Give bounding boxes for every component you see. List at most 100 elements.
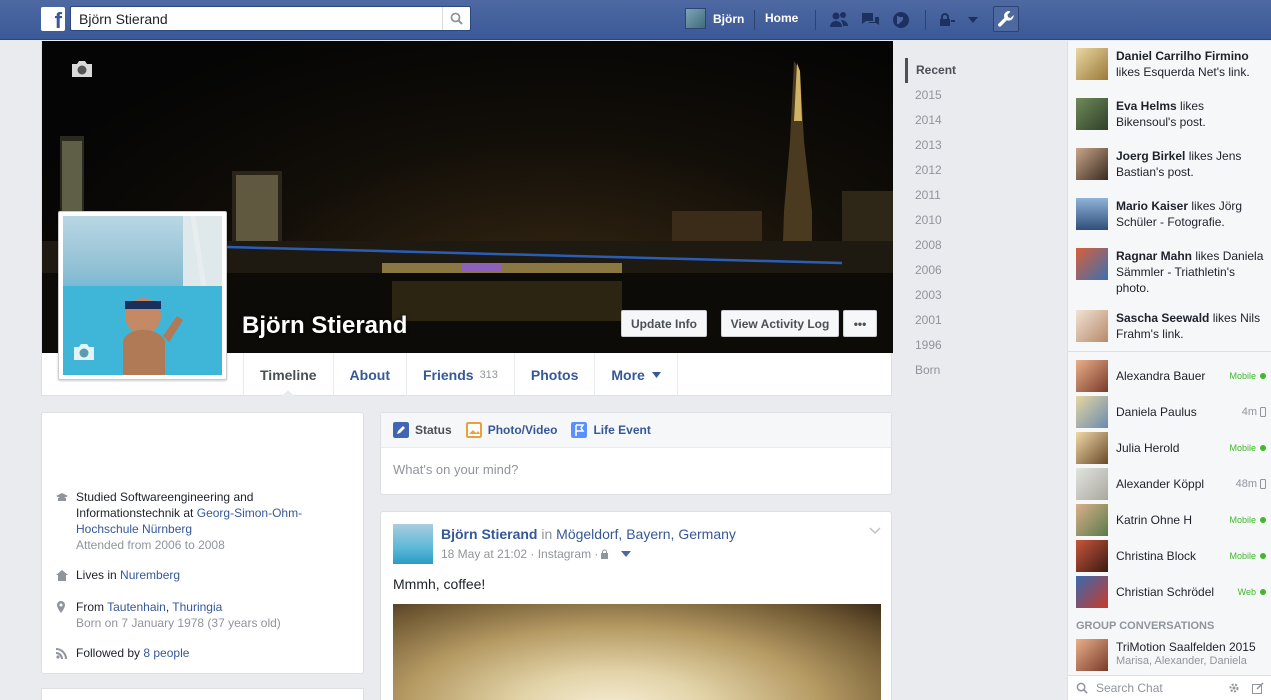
scrubber-item[interactable]: Born [905, 358, 1005, 383]
followers-link[interactable]: 8 people [143, 646, 189, 660]
online-dot-icon [1260, 553, 1266, 559]
scrubber-item[interactable]: 2008 [905, 233, 1005, 258]
friends-count: 313 [479, 368, 498, 381]
status-label: Status [415, 423, 452, 437]
chat-contact[interactable]: Alexandra Bauer Mobile [1076, 360, 1266, 392]
chat-contact[interactable]: Julia Herold Mobile [1076, 432, 1266, 464]
facebook-logo-icon[interactable]: f [41, 7, 65, 31]
from-label: From [76, 600, 108, 614]
profile-name[interactable]: Björn Stierand [242, 312, 407, 340]
update-info-button[interactable]: Update Info [621, 310, 707, 337]
ticker-item[interactable]: Eva Helms likes Bikensoul's post. [1076, 98, 1266, 130]
tab-timeline[interactable]: Timeline [243, 353, 333, 397]
ticker-item[interactable]: Joerg Birkel likes Jens Bastian's post. [1076, 148, 1266, 180]
scrubber-item[interactable]: 2013 [905, 133, 1005, 158]
account-menu-chevron-down-icon[interactable] [962, 10, 984, 30]
chat-contact[interactable]: Katrin Ohne H Mobile [1076, 504, 1266, 536]
contact-name: Christina Block [1116, 549, 1197, 563]
status-text: 4m [1241, 406, 1257, 418]
settings-wrench-icon[interactable] [993, 6, 1019, 32]
post-photo[interactable] [393, 604, 881, 700]
change-profile-picture-camera-icon[interactable] [71, 342, 97, 365]
post-header: Björn Stierand in Mögeldorf, Bayern, Ger… [441, 526, 736, 542]
home-link[interactable]: Home [765, 11, 798, 25]
avatar [1076, 396, 1108, 428]
audience-chevron-down-icon[interactable] [621, 550, 632, 558]
scrubber-item[interactable]: 2003 [905, 283, 1005, 308]
from-town-link[interactable]: Tautenhain [107, 600, 166, 614]
ticker-item[interactable]: Sascha Seewald likes Nils Frahm's link. [1076, 310, 1266, 342]
messages-icon[interactable] [859, 10, 881, 30]
user-name: Björn [713, 11, 745, 26]
post-location-link[interactable]: Mögeldorf, Bayern, Germany [556, 526, 736, 542]
composer-tab-life-event[interactable]: Life Event [571, 422, 651, 438]
post-author-avatar[interactable] [393, 524, 433, 564]
scrubber-item[interactable]: 1996 [905, 333, 1005, 358]
scrubber-item[interactable]: Recent [905, 58, 1005, 83]
from-line: From Tautenhain, Thuringia [76, 599, 281, 615]
attended-years: Attended from 2006 to 2008 [76, 538, 225, 552]
rss-icon [56, 648, 67, 659]
scrubber-item[interactable]: 2001 [905, 308, 1005, 333]
profile-picture[interactable] [58, 211, 227, 380]
timeline-scrubber: Recent 2015 2014 2013 2012 2011 2010 200… [905, 58, 1005, 383]
lives-in-city-link[interactable]: Nuremberg [120, 568, 180, 582]
online-dot-icon [1260, 445, 1266, 451]
avatar [1076, 639, 1108, 671]
change-cover-camera-icon[interactable] [69, 59, 95, 82]
divider [1068, 351, 1271, 352]
search-input[interactable] [71, 7, 441, 30]
status-text: Mobile [1229, 443, 1256, 453]
tab-about[interactable]: About [332, 353, 406, 396]
chat-contact[interactable]: Daniela Paulus 4m [1076, 396, 1266, 428]
chat-contact[interactable]: Alexander Köppl 48m [1076, 468, 1266, 500]
photo-video-label: Photo/Video [487, 423, 558, 437]
scrubber-item[interactable]: 2006 [905, 258, 1005, 283]
tab-friends[interactable]: Friends 313 [405, 353, 514, 396]
post-author-link[interactable]: Björn Stierand [441, 526, 537, 542]
privacy-lock-icon[interactable] [936, 10, 958, 30]
notifications-globe-icon[interactable] [890, 10, 912, 30]
scrubber-item[interactable]: 2011 [905, 183, 1005, 208]
lock-icon[interactable] [600, 549, 609, 559]
ticker-name: Sascha Seewald [1116, 311, 1210, 325]
scrubber-item[interactable]: 2012 [905, 158, 1005, 183]
ticker-item[interactable]: Mario Kaiser likes Jörg Schüler - Fotogr… [1076, 198, 1266, 230]
new-message-icon[interactable] [1252, 682, 1264, 694]
life-event-label: Life Event [593, 423, 651, 437]
school-link[interactable]: Georg-Simon-Ohm- [197, 506, 302, 520]
post-options-chevron-icon[interactable] [869, 524, 881, 538]
status-badge: 48m [1236, 478, 1266, 490]
avatar [1076, 248, 1108, 280]
education-line-2-text: Informationstechnik at [76, 506, 197, 520]
scrubber-item[interactable]: 2015 [905, 83, 1005, 108]
ticker-item[interactable]: Ragnar Mahn likes Daniela Sämmler - Tria… [1076, 248, 1266, 296]
group-text: TriMotion Saalfelden 2015 Marisa, Alexan… [1116, 639, 1256, 671]
composer-tab-photo-video[interactable]: Photo/Video [465, 422, 558, 438]
chat-contact[interactable]: Christina Block Mobile [1076, 540, 1266, 572]
education-line-2: Informationstechnik at Georg-Simon-Ohm- [76, 505, 302, 521]
group-conversation[interactable]: TriMotion Saalfelden 2015 Marisa, Alexan… [1076, 639, 1266, 671]
composer-input[interactable]: What's on your mind? [381, 448, 891, 491]
search-button[interactable] [442, 7, 470, 30]
more-options-button[interactable]: ••• [843, 310, 877, 337]
post-meta: 18 May at 21:02 · Instagram · [441, 547, 632, 561]
avatar [685, 8, 706, 29]
contact-name: Daniela Paulus [1116, 405, 1197, 419]
friend-requests-icon[interactable] [828, 10, 850, 30]
profile-link[interactable]: Björn [685, 8, 744, 29]
gear-icon[interactable] [1228, 682, 1240, 694]
tab-photos[interactable]: Photos [513, 353, 594, 396]
ticker-item[interactable]: Daniel Carrilho Firmino likes Esquerda N… [1076, 48, 1266, 80]
chat-contact[interactable]: Christian Schrödel Web [1076, 576, 1266, 608]
post-timestamp[interactable]: 18 May at 21:02 · Instagram · [441, 547, 598, 561]
scrubber-item[interactable]: 2010 [905, 208, 1005, 233]
tab-more[interactable]: More [594, 353, 678, 396]
scrubber-item[interactable]: 2014 [905, 108, 1005, 133]
chat-search-input[interactable]: Search Chat [1096, 681, 1228, 695]
lives-in-row: Lives in Nuremberg [56, 567, 180, 585]
from-region-link[interactable]: Thuringia [172, 600, 222, 614]
school-link-2[interactable]: Hochschule Nürnberg [76, 521, 302, 537]
view-activity-log-button[interactable]: View Activity Log [721, 310, 839, 337]
composer-tab-status[interactable]: Status [393, 422, 452, 438]
